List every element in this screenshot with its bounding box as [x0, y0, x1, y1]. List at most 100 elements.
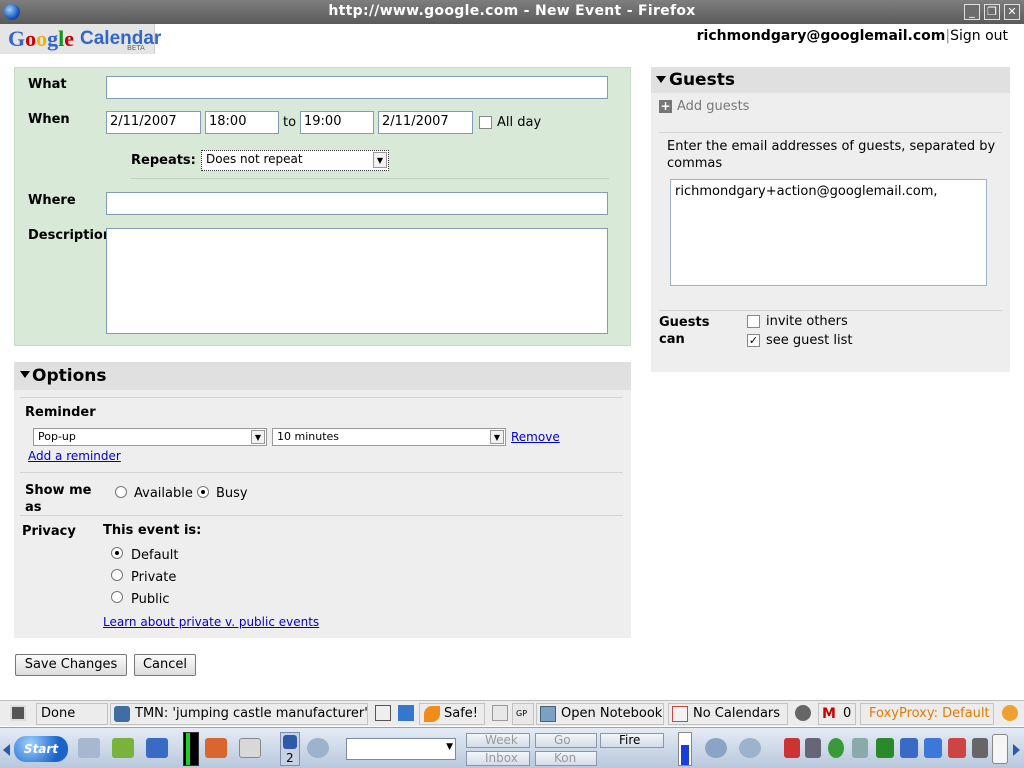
desktop-pager[interactable]: 2 [280, 732, 300, 766]
busy-radio[interactable] [197, 486, 209, 498]
toolbar-icon[interactable] [492, 705, 508, 721]
this-event-is-label: This event is: [103, 523, 202, 538]
privacy-private-label: Private [131, 570, 177, 585]
end-date-input[interactable]: 2/11/2007 [378, 111, 473, 134]
home-icon[interactable] [205, 738, 227, 758]
minimize-icon[interactable]: _ [964, 4, 980, 20]
meter-icon[interactable] [876, 738, 894, 758]
cancel-button[interactable]: Cancel [134, 654, 196, 676]
guests-header[interactable]: Guests [651, 67, 1010, 93]
reminder-time-select[interactable]: 10 minutes ▼ [272, 428, 506, 446]
logo-google-text: Google [8, 26, 75, 51]
signal-icon[interactable] [784, 738, 800, 758]
task-week[interactable]: Week [466, 733, 530, 748]
chevron-down-icon: ▼ [373, 152, 387, 168]
show-me-as-label-2: as [25, 500, 42, 515]
what-input[interactable] [106, 76, 608, 99]
open-notebook-button[interactable]: Open Notebook [536, 703, 664, 725]
privacy-learn-link[interactable]: Learn about private v. public events [103, 615, 319, 629]
available-radio[interactable] [115, 486, 127, 498]
notes-icon[interactable] [948, 738, 966, 758]
options-divider-mid [20, 472, 623, 473]
network-icon[interactable] [146, 738, 168, 758]
taskbar-right-arrow-icon[interactable] [1013, 744, 1020, 756]
all-day-checkbox[interactable] [479, 116, 492, 129]
editor-icon[interactable] [112, 738, 134, 758]
privacy-public-radio[interactable] [111, 591, 123, 603]
tmn-icon [114, 706, 130, 722]
globe-icon[interactable] [705, 738, 727, 758]
notepad-icon[interactable] [375, 705, 391, 721]
guests-instructions: Enter the email addresses of guests, sep… [667, 139, 996, 171]
chevron-down-icon: ▼ [446, 742, 453, 752]
gear-icon[interactable] [78, 738, 100, 758]
add-reminder-link[interactable]: Add a reminder [28, 449, 121, 463]
event-details-panel: What When 2/11/2007 18:00 to 19:00 2/11/… [14, 67, 631, 346]
safe-status[interactable]: Safe! [419, 703, 485, 725]
foxyproxy-status[interactable]: FoxyProxy: Default [860, 703, 994, 725]
task-inbox[interactable]: Inbox [466, 751, 530, 766]
tmn-status[interactable]: TMN: 'jumping castle manufacturer' [110, 703, 368, 725]
start-time-input[interactable]: 18:00 [205, 111, 279, 134]
no-calendars-status[interactable]: No Calendars [668, 703, 788, 725]
save-changes-button[interactable]: Save Changes [15, 654, 127, 676]
status-icon[interactable] [828, 738, 844, 758]
speaker-icon[interactable] [805, 738, 821, 758]
taskbar-left-arrow-icon[interactable] [3, 744, 10, 756]
repeats-select[interactable]: Does not repeat ▼ [201, 150, 389, 171]
lens-icon[interactable] [852, 738, 868, 758]
see-guest-list-checkbox[interactable]: ✓ [747, 334, 760, 347]
privacy-default-radio[interactable] [111, 547, 123, 559]
maximize-icon[interactable]: ❐ [984, 4, 1000, 20]
add-guests-link[interactable]: Add guests [677, 99, 749, 114]
see-guest-list-label: see guest list [766, 333, 853, 348]
files-icon[interactable] [239, 738, 261, 758]
taskbar-combo[interactable]: ▼ [346, 738, 456, 760]
close-icon[interactable]: ✕ [1004, 4, 1020, 20]
memory-monitor [678, 732, 692, 766]
start-button[interactable]: Start [14, 736, 68, 762]
window-icon[interactable] [900, 738, 918, 758]
task-konqueror[interactable]: Kon [535, 751, 597, 766]
add-guests-plus-icon[interactable]: + [659, 100, 672, 113]
privacy-private-radio[interactable] [111, 569, 123, 581]
gmail-count: 0 [843, 706, 852, 721]
magnifier-icon[interactable] [739, 738, 761, 758]
foxyproxy-fox-icon[interactable] [1002, 705, 1018, 721]
guests-email-textarea[interactable]: richmondgary+action@googlemail.com, [670, 179, 987, 286]
extension-icon[interactable] [795, 705, 811, 721]
search-icon[interactable] [307, 738, 329, 758]
download-icon[interactable] [924, 738, 942, 758]
tray-icon[interactable] [972, 738, 988, 758]
gp-icon[interactable]: GP [512, 703, 534, 725]
description-textarea[interactable] [106, 228, 608, 334]
privacy-public-label: Public [131, 592, 170, 607]
task-go[interactable]: Go [535, 733, 597, 748]
invite-others-checkbox[interactable] [747, 315, 760, 328]
options-divider-bottom [20, 515, 623, 516]
task-firefox[interactable]: Fire [600, 733, 664, 748]
start-date-input[interactable]: 2/11/2007 [106, 111, 201, 134]
remove-reminder-link[interactable]: Remove [511, 430, 560, 444]
desktop-number: 2 [286, 751, 294, 765]
memory-bar [681, 745, 689, 765]
end-time-input[interactable]: 19:00 [300, 111, 374, 134]
reminder-type-select[interactable]: Pop-up ▼ [33, 428, 267, 446]
zotero-icon[interactable] [398, 705, 414, 721]
os-taskbar: Start 2 ▼ Week Go Fire Inbox Kon [0, 727, 1024, 768]
chevron-down-icon: ▼ [490, 430, 504, 444]
gmail-status[interactable]: M 0 [818, 703, 856, 725]
guests-can-label: Guests [659, 315, 710, 330]
taskbar-scroll[interactable] [992, 734, 1008, 764]
page-info-icon[interactable] [10, 705, 26, 721]
google-header: Google Calendar BETA richmondgary@google… [0, 24, 1024, 54]
privacy-default-label: Default [131, 548, 179, 563]
where-input[interactable] [106, 192, 608, 215]
available-label: Available [134, 486, 193, 501]
reminder-label: Reminder [25, 405, 96, 420]
google-calendar-logo[interactable]: Google Calendar BETA [0, 24, 161, 54]
options-header[interactable]: Options [14, 362, 631, 390]
open-notebook-text: Open Notebook [561, 706, 663, 721]
sign-out-link[interactable]: Sign out [950, 28, 1008, 44]
options-title: Options [32, 366, 107, 386]
